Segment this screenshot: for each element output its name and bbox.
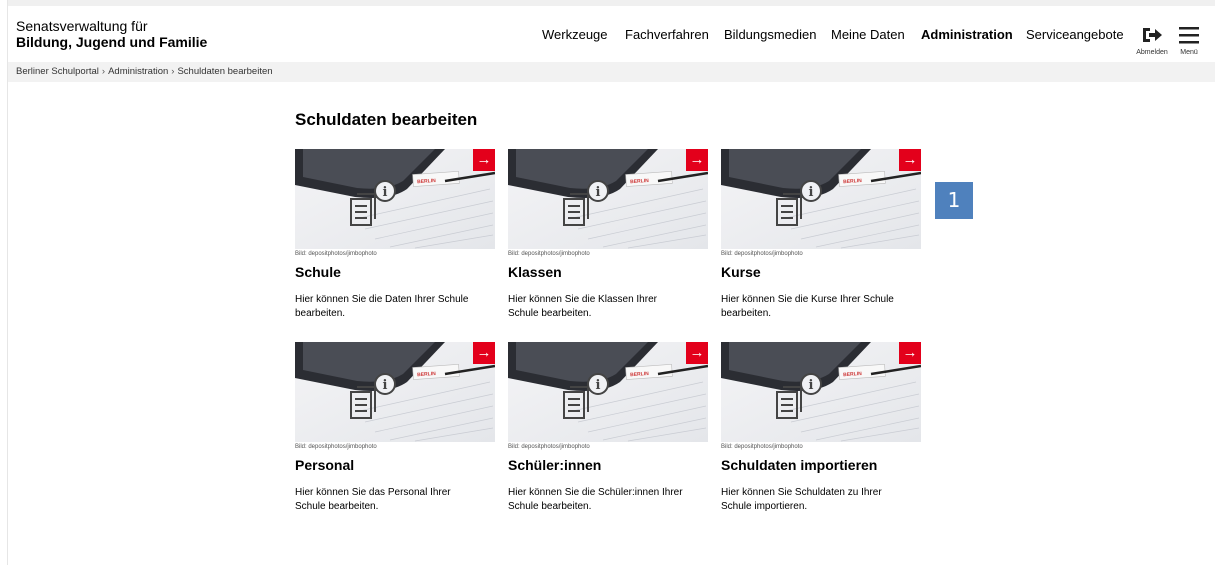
arrow-right-icon[interactable]: → xyxy=(473,342,495,364)
breadcrumb-item-current: Schuldaten bearbeiten xyxy=(177,66,273,77)
card-description: Hier können Sie die Klassen Ihrer Schule… xyxy=(508,294,657,319)
svg-text:i: i xyxy=(596,185,601,200)
menu-label: Menü xyxy=(1180,49,1198,56)
nav-item-werkzeuge[interactable]: Werkzeuge xyxy=(542,27,608,42)
breadcrumb: Berliner Schulportal › Administration › Schu… xyxy=(8,62,1215,82)
arrow-right-icon[interactable]: → xyxy=(686,149,708,171)
arrow-right-icon[interactable]: → xyxy=(473,149,495,171)
hamburger-menu-icon xyxy=(1179,27,1199,44)
breadcrumb-item-schulportal[interactable]: Berliner Schulportal xyxy=(16,66,99,77)
tablet-photo-illustration: BERLIN i xyxy=(295,149,495,249)
image-credit: Bild: depositphotos/jimbophoto xyxy=(295,251,377,257)
card-image[interactable]: BERLIN i → xyxy=(508,342,708,442)
nav-item-meine-daten[interactable]: Meine Daten xyxy=(831,27,905,42)
card-schuldaten-importieren: BERLIN i → Bild: depositphotos/jimbophot… xyxy=(721,342,921,514)
card-image[interactable]: BERLIN i → xyxy=(295,149,495,249)
arrow-right-icon[interactable]: → xyxy=(899,342,921,364)
tablet-photo-illustration: BERLIN i xyxy=(721,149,921,249)
image-credit: Bild: depositphotos/jimbophoto xyxy=(295,444,377,450)
page-title: Schuldaten bearbeiten xyxy=(295,110,478,129)
card-title[interactable]: Klassen xyxy=(508,264,708,280)
card-title[interactable]: Schüler:innen xyxy=(508,457,708,473)
card-image[interactable]: BERLIN i → xyxy=(508,149,708,249)
svg-text:i: i xyxy=(596,378,601,393)
image-credit: Bild: depositphotos/jimbophoto xyxy=(721,251,803,257)
nav-item-serviceangebote[interactable]: Serviceangebote xyxy=(1026,27,1124,42)
svg-text:i: i xyxy=(809,185,814,200)
nav-item-fachverfahren[interactable]: Fachverfahren xyxy=(625,27,709,42)
card-description: Hier können Sie das Personal Ihrer Schul… xyxy=(295,487,451,512)
card-description: Hier können Sie die Schüler:innen Ihrer … xyxy=(508,487,683,512)
card-description: Hier können Sie Schuldaten zu Ihrer Schu… xyxy=(721,487,882,512)
card-title[interactable]: Schule xyxy=(295,264,495,280)
card-description: Hier können Sie die Daten Ihrer Schule b… xyxy=(295,294,469,319)
arrow-right-icon[interactable]: → xyxy=(686,342,708,364)
main-navigation: Werkzeuge Fachverfahren Bildungsmedien M… xyxy=(8,27,1215,47)
annotation-number-badge: 1 xyxy=(935,182,973,219)
breadcrumb-separator: › xyxy=(171,66,175,77)
menu-button[interactable]: Menü xyxy=(1171,19,1207,59)
tablet-photo-illustration: BERLIN i xyxy=(508,149,708,249)
card-title[interactable]: Kurse xyxy=(721,264,921,280)
svg-text:i: i xyxy=(383,378,388,393)
card-image[interactable]: BERLIN i → xyxy=(295,342,495,442)
logout-button[interactable]: Abmelden xyxy=(1134,19,1170,59)
site-header: Senatsverwaltung für Bildung, Jugend und… xyxy=(8,0,1215,62)
logout-icon xyxy=(1143,28,1162,42)
card-personal: BERLIN i → Bild: depositphotos/jimbophot… xyxy=(295,342,495,514)
card-title[interactable]: Schuldaten importieren xyxy=(721,457,921,473)
nav-item-administration[interactable]: Administration xyxy=(921,27,1013,42)
breadcrumb-separator: › xyxy=(101,66,106,77)
card-klassen: BERLIN i → Bild: depositphotos/jimbophot… xyxy=(508,149,708,321)
card-schule: BERLIN i → Bild: depositphotos/jimbophot… xyxy=(295,149,495,321)
card-title[interactable]: Personal xyxy=(295,457,495,473)
breadcrumb-item-administration[interactable]: Administration xyxy=(108,66,168,77)
tablet-photo-illustration: BERLIN i xyxy=(508,342,708,442)
card-description: Hier können Sie die Kurse Ihrer Schule b… xyxy=(721,294,894,319)
tablet-photo-illustration: BERLIN i xyxy=(721,342,921,442)
image-credit: Bild: depositphotos/jimbophoto xyxy=(721,444,803,450)
card-kurse: BERLIN i → Bild: depositphotos/jimbophot… xyxy=(721,149,921,321)
tablet-photo-illustration: BERLIN i xyxy=(295,342,495,442)
image-credit: Bild: depositphotos/jimbophoto xyxy=(508,444,590,450)
card-image[interactable]: BERLIN i → xyxy=(721,342,921,442)
logout-label: Abmelden xyxy=(1136,49,1168,56)
arrow-right-icon[interactable]: → xyxy=(899,149,921,171)
nav-item-bildungsmedien[interactable]: Bildungsmedien xyxy=(724,27,817,42)
image-credit: Bild: depositphotos/jimbophoto xyxy=(508,251,590,257)
card-schuelerinnen: BERLIN i → Bild: depositphotos/jimbophot… xyxy=(508,342,708,514)
svg-text:i: i xyxy=(383,185,388,200)
svg-text:i: i xyxy=(809,378,814,393)
card-image[interactable]: BERLIN i → xyxy=(721,149,921,249)
page-left-border xyxy=(7,0,8,565)
